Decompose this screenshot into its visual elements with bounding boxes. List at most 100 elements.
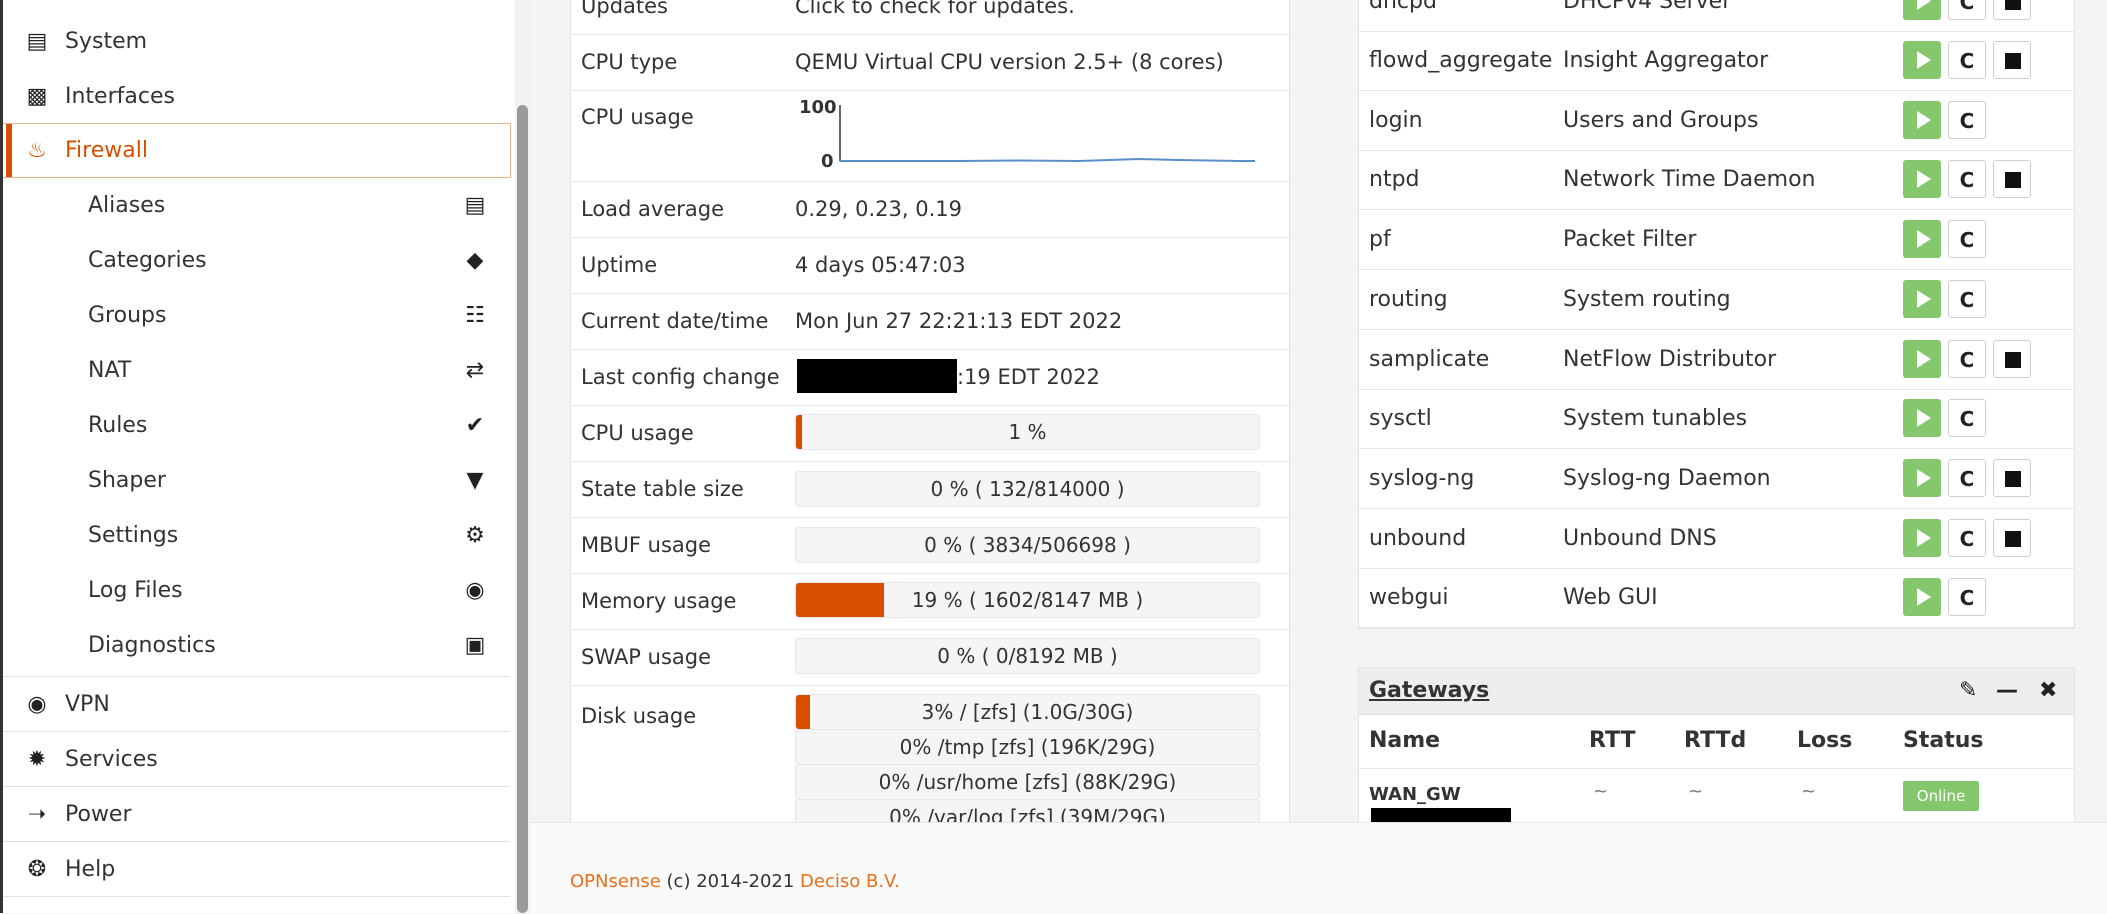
sidebar-subitem-label: Settings: [88, 523, 179, 548]
restart-service-button[interactable]: C: [1948, 100, 1986, 139]
start-service-button[interactable]: [1903, 518, 1941, 557]
service-row: samplicate NetFlow Distributor C: [1359, 330, 2074, 390]
progress-text: 19 % ( 1602/8147 MB ): [911, 588, 1144, 612]
start-service-button[interactable]: [1903, 0, 1941, 20]
sidebar-item-help[interactable]: ❂ Help: [3, 842, 510, 897]
row-last-config: Last config change :19 EDT 2022: [571, 350, 1289, 406]
refresh-icon: C: [1959, 0, 1975, 14]
restart-service-button[interactable]: C: [1948, 339, 1986, 378]
service-description: DHCPv4 Server: [1563, 0, 1732, 14]
start-service-button[interactable]: [1903, 100, 1941, 139]
sidebar-item-firewall[interactable]: ♨ Firewall: [3, 123, 511, 178]
sidebar-item-power[interactable]: ➝ Power: [3, 787, 510, 842]
sidebar-subitem-log-files[interactable]: Log Files ◉: [3, 563, 510, 618]
sidebar-item-system[interactable]: ▤ System: [3, 14, 510, 69]
sidebar-subitem-label: Categories: [88, 248, 207, 273]
play-icon: [1917, 230, 1931, 249]
service-name: dhcpd: [1369, 0, 1437, 14]
sidebar-subitem-groups[interactable]: Groups ☷: [3, 288, 510, 343]
stop-service-button[interactable]: [1993, 160, 2031, 199]
disk-progress-home: 0% /usr/home [zfs] (88K/29G): [795, 764, 1260, 800]
row-memory: Memory usage 19 % ( 1602/8147 MB ): [571, 574, 1289, 630]
server-icon: ▤: [26, 29, 48, 54]
gateway-loss: ~: [1801, 781, 1817, 802]
sidebar-subitem-rules[interactable]: Rules ✔: [3, 398, 510, 453]
start-service-button[interactable]: [1903, 279, 1941, 318]
restart-service-button[interactable]: C: [1948, 399, 1986, 438]
sidebar-subitem-categories[interactable]: Categories ◆: [3, 233, 510, 288]
copyright-text: (c) 2014-2021: [660, 871, 801, 892]
restart-service-button[interactable]: C: [1948, 41, 1986, 79]
stop-service-button[interactable]: [1993, 458, 2031, 497]
globe-icon: ◉: [27, 692, 47, 717]
start-service-button[interactable]: [1903, 399, 1941, 438]
play-icon: [1917, 409, 1931, 428]
sidebar-scrollbar[interactable]: [515, 0, 530, 913]
start-service-button[interactable]: [1903, 41, 1941, 79]
scrollbar-thumb[interactable]: [517, 105, 528, 913]
stop-service-button[interactable]: [1993, 41, 2031, 79]
sidebar-subitem-nat[interactable]: NAT ⇄: [3, 343, 510, 398]
restart-service-button[interactable]: C: [1948, 0, 1986, 20]
stop-service-button[interactable]: [1993, 339, 2031, 378]
play-icon: [1917, 110, 1931, 129]
sidebar-subitem-label: Log Files: [88, 578, 183, 603]
stop-service-button[interactable]: [1993, 518, 2031, 557]
sitemap-icon: ☷: [465, 303, 485, 328]
service-row: flowd_aggregate Insight Aggregator C: [1359, 31, 2074, 91]
start-service-button[interactable]: [1903, 220, 1941, 259]
opnsense-link[interactable]: OPNsense: [570, 871, 661, 892]
start-service-button[interactable]: [1903, 578, 1941, 617]
gateway-name: WAN_GW: [1369, 784, 1461, 805]
minimize-icon[interactable]: —: [1996, 668, 2018, 714]
gateways-title-link[interactable]: Gateways: [1369, 668, 1489, 714]
restart-service-button[interactable]: C: [1948, 160, 1986, 199]
cogs-icon: ⚙: [465, 523, 485, 548]
filter-icon: ▼: [466, 468, 484, 493]
start-service-button[interactable]: [1903, 458, 1941, 497]
divider: [3, 896, 510, 897]
close-icon[interactable]: ✖: [2039, 668, 2057, 714]
fire-icon: ♨: [27, 138, 47, 163]
load-average-value: 0.29, 0.23, 0.19: [795, 197, 962, 221]
gateways-header: Gateways ✎ — ✖: [1359, 668, 2074, 715]
pencil-icon[interactable]: ✎: [1959, 668, 1977, 714]
play-icon: [1917, 528, 1931, 547]
refresh-icon: C: [1959, 287, 1975, 312]
sidebar-subitem-shaper[interactable]: Shaper ▼: [3, 453, 510, 508]
service-description: System routing: [1563, 286, 1731, 312]
cpu-usage-progress: 1 %: [795, 414, 1260, 450]
restart-service-button[interactable]: C: [1948, 458, 1986, 497]
service-name: unbound: [1369, 525, 1467, 551]
restart-service-button[interactable]: C: [1948, 518, 1986, 557]
cpu-type-label: CPU type: [581, 50, 678, 74]
stop-service-button[interactable]: [1993, 0, 2031, 20]
row-swap: SWAP usage 0 % ( 0/8192 MB ): [571, 630, 1289, 686]
sidebar-item-services[interactable]: ✹ Services: [3, 732, 510, 787]
service-description: Insight Aggregator: [1563, 48, 1769, 73]
restart-service-button[interactable]: C: [1948, 220, 1986, 259]
system-information-widget: Updates Click to check for updates. CPU …: [570, 0, 1290, 835]
service-name: syslog-ng: [1369, 465, 1475, 491]
restart-service-button[interactable]: C: [1948, 578, 1986, 617]
mbuf-label: MBUF usage: [581, 533, 712, 557]
deciso-link[interactable]: Deciso B.V.: [800, 871, 900, 892]
start-service-button[interactable]: [1903, 160, 1941, 199]
disk-progress-root: 3% / [zfs] (1.0G/30G): [795, 694, 1260, 730]
service-name: sysctl: [1369, 406, 1432, 432]
sidebar-item-vpn[interactable]: ◉ VPN: [3, 677, 510, 732]
sidebar-subitem-settings[interactable]: Settings ⚙: [3, 508, 510, 563]
start-service-button[interactable]: [1903, 339, 1941, 378]
datetime-value: Mon Jun 27 22:21:13 EDT 2022: [795, 309, 1123, 333]
sidebar-item-interfaces[interactable]: ▩ Interfaces: [3, 69, 510, 124]
sidebar: ▤ System ▩ Interfaces ♨ Firewall Aliases…: [0, 0, 530, 913]
refresh-icon: C: [1959, 407, 1975, 432]
stop-icon: [2005, 470, 2021, 487]
sidebar-item-label: Help: [65, 857, 116, 882]
restart-service-button[interactable]: C: [1948, 279, 1986, 318]
sidebar-subitem-aliases[interactable]: Aliases ▤: [3, 178, 510, 233]
sidebar-subitem-diagnostics[interactable]: Diagnostics ▣: [3, 618, 510, 673]
service-name: webgui: [1369, 585, 1449, 611]
disk-progress-tmp: 0% /tmp [zfs] (196K/29G): [795, 729, 1260, 765]
check-updates-link[interactable]: Click to check for updates.: [795, 0, 1075, 18]
